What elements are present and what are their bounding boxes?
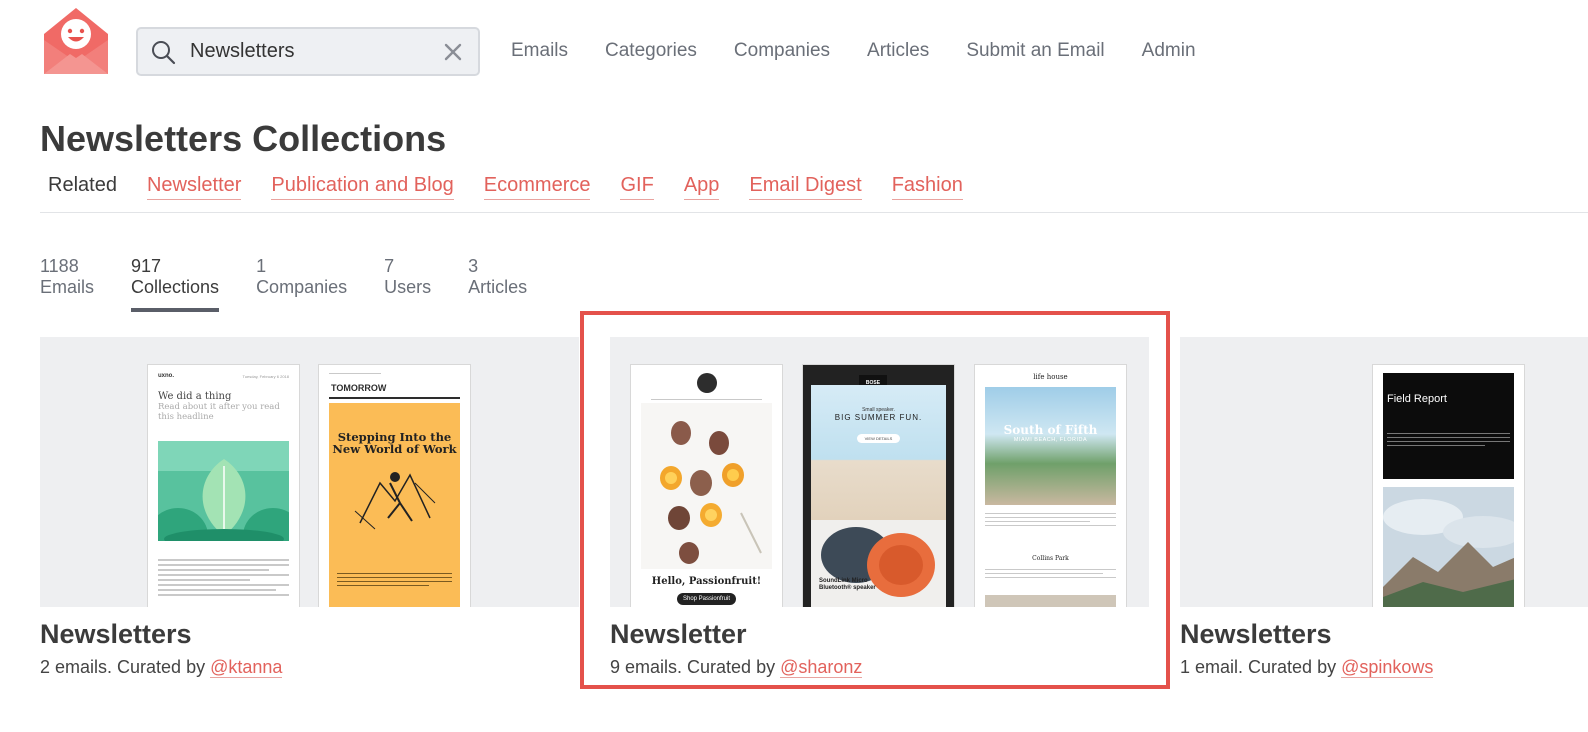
collection-meta: 9 emails. Curated by @sharonz: [610, 657, 863, 678]
curator-link[interactable]: @spinkows: [1341, 657, 1434, 678]
collection-card[interactable]: uxno. Tuesday, February 6 2018 We did a …: [40, 337, 579, 678]
email-thumbnail[interactable]: TOMORROW Stepping Into the New World of …: [318, 364, 471, 607]
nav-companies[interactable]: Companies: [734, 40, 830, 62]
collection-title[interactable]: Newsletter: [610, 619, 747, 650]
illustration-leaf: [158, 441, 289, 541]
collection-title[interactable]: Newsletters: [1180, 619, 1332, 650]
collection-preview[interactable]: Hello, Passionfruit! Shop Passionfruit B…: [610, 337, 1149, 607]
email-thumbnail[interactable]: life house South of Fifth MIAMI BEACH, F…: [974, 364, 1127, 607]
illustration-runner: [354, 472, 435, 530]
nav-submit-email[interactable]: Submit an Email: [966, 40, 1104, 62]
collection-meta: 2 emails. Curated by @ktanna: [40, 657, 283, 678]
divider: [40, 212, 1588, 213]
speaker-photo: [821, 527, 935, 597]
collection-preview[interactable]: Field Report: [1180, 337, 1588, 607]
email-thumbnail[interactable]: BOSE Small speaker. BIG SUMMER FUN. VIEW…: [802, 364, 955, 607]
landscape-photo: [1383, 487, 1514, 607]
email-thumbnail[interactable]: Field Report: [1372, 364, 1525, 607]
collection-meta: 1 email. Curated by @spinkows: [1180, 657, 1434, 678]
collection-card[interactable]: Hello, Passionfruit! Shop Passionfruit B…: [610, 337, 1149, 678]
page-title: Newsletters Collections: [40, 118, 447, 159]
related-gif[interactable]: GIF: [620, 174, 654, 200]
clear-search-icon[interactable]: [442, 41, 464, 63]
collection-card[interactable]: Field Report Newsletters 1 email. Curate…: [1180, 337, 1588, 678]
email-thumbnail[interactable]: Hello, Passionfruit! Shop Passionfruit: [630, 364, 783, 607]
result-tabs: 1188 Emails 917 Collections 1 Companies …: [40, 256, 564, 312]
hotel-photo: [985, 595, 1116, 607]
related-fashion[interactable]: Fashion: [891, 174, 963, 200]
search-box[interactable]: [136, 27, 480, 76]
search-icon: [152, 40, 176, 64]
tab-companies[interactable]: 1 Companies: [256, 256, 347, 312]
related-ecommerce[interactable]: Ecommerce: [483, 174, 591, 200]
related-newsletter[interactable]: Newsletter: [146, 174, 242, 200]
related-email-digest[interactable]: Email Digest: [749, 174, 862, 200]
related-label: Related: [48, 174, 117, 196]
nav-admin[interactable]: Admin: [1142, 40, 1196, 62]
collection-preview[interactable]: uxno. Tuesday, February 6 2018 We did a …: [40, 337, 579, 607]
search-input[interactable]: [190, 40, 430, 63]
related-publication-and-blog[interactable]: Publication and Blog: [271, 174, 454, 200]
shop-button[interactable]: Shop Passionfruit: [676, 593, 737, 605]
fruit-photo: [641, 403, 772, 569]
tab-articles[interactable]: 3 Articles: [468, 256, 527, 312]
nav-articles[interactable]: Articles: [867, 40, 929, 62]
nav-emails[interactable]: Emails: [511, 40, 568, 62]
tab-users[interactable]: 7 Users: [384, 256, 431, 312]
brand-logo-icon: [696, 373, 717, 393]
collection-title[interactable]: Newsletters: [40, 619, 192, 650]
tab-collections[interactable]: 917 Collections: [131, 256, 220, 312]
curator-link[interactable]: @sharonz: [780, 657, 863, 678]
related-links: Related Newsletter Publication and Blog …: [48, 174, 993, 200]
email-thumbnail[interactable]: uxno. Tuesday, February 6 2018 We did a …: [147, 364, 300, 607]
tab-emails[interactable]: 1188 Emails: [40, 256, 94, 312]
curator-link[interactable]: @ktanna: [210, 657, 283, 678]
related-app[interactable]: App: [683, 174, 720, 200]
nav-categories[interactable]: Categories: [605, 40, 697, 62]
logo-icon[interactable]: [40, 4, 112, 76]
main-nav: Emails Categories Companies Articles Sub…: [511, 40, 1233, 62]
